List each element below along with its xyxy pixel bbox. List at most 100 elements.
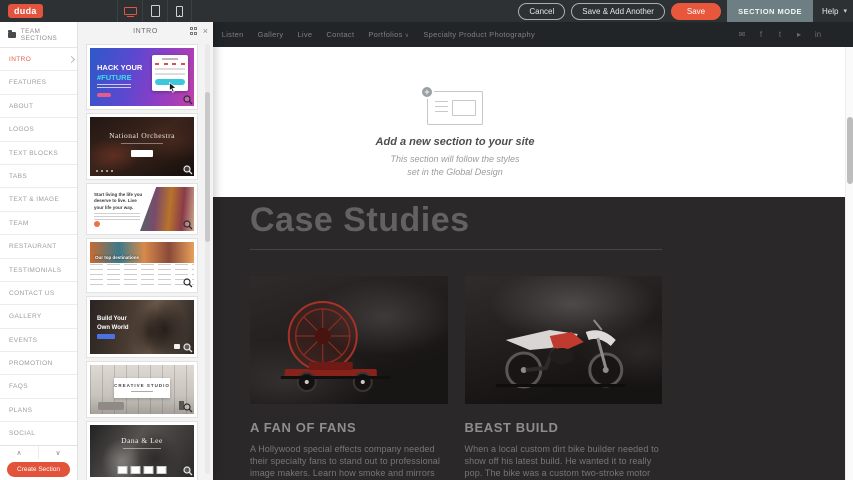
sidebar-item-logos[interactable]: LOGOS [0,118,77,141]
sidebar-item-restaurant[interactable]: RESTAURANT [0,235,77,258]
sidebar-item-contact-us[interactable]: CONTACT US [0,282,77,305]
plus-icon: + [420,85,434,99]
panel-scrollbar-thumb[interactable] [205,92,210,242]
facebook-icon[interactable]: f [756,30,766,39]
section-thumbnail-national-orchestra[interactable]: National Orchestra [86,113,198,180]
nav-item-contact[interactable]: Contact [326,30,354,39]
sidebar-item-text-image[interactable]: TEXT & IMAGE [0,188,77,211]
scroll-up-button[interactable]: ∧ [0,446,39,459]
duda-logo[interactable]: duda [8,4,43,18]
section-thumbnail-creative-studio[interactable]: CREATIVE STUDIO [86,361,198,418]
desktop-preview-button[interactable] [117,0,142,22]
nav-item-listen[interactable]: Listen [222,30,244,39]
thumb-photo: Our top destinations [90,242,194,263]
zoom-preview-icon[interactable] [183,165,193,175]
panel-card-list: HACK YOUR#FUTURE [78,40,213,480]
linkedin-icon[interactable]: in [813,30,823,39]
case-study-text: A Hollywood special effects company need… [250,444,448,480]
sidebar-item-events[interactable]: EVENTS [0,329,77,352]
zoom-preview-icon[interactable] [183,403,193,413]
sidebar-item-label: INTRO [9,56,31,63]
section-thumbnail-hack-your-future[interactable]: HACK YOUR#FUTURE [86,44,198,110]
nav-item-portfolios-label: Portfolios [368,30,402,39]
duda-editor: Bio Listen Gallery Live Contact Portfoli… [0,0,853,480]
mouse-cursor-icon [169,82,177,93]
thumb-center-card: CREATIVE STUDIO [114,378,170,398]
grid-view-icon[interactable] [190,27,198,35]
thumb-text-bars [97,84,131,90]
save-add-another-button[interactable]: Save & Add Another [571,3,665,20]
dirt-bike-illustration [465,276,663,404]
case-study-text: When a local custom dirt bike builder ne… [465,444,663,480]
cancel-button[interactable]: Cancel [518,3,565,20]
page-scrollbar[interactable] [845,47,853,480]
add-section-title: Add a new section to your site [340,136,570,148]
tablet-preview-button[interactable] [142,0,167,22]
sidebar-item-testimonials[interactable]: TESTIMONIALS [0,259,77,282]
page-scrollbar-thumb[interactable] [847,117,853,184]
section-thumbnail-build-your-own-world[interactable]: Build YourOwn World [86,296,198,358]
sidebar-pager: ∧ ∨ [0,445,77,459]
sidebar-item-intro[interactable]: INTRO [0,48,77,71]
sidebar-item-promotion[interactable]: PROMOTION [0,352,77,375]
nav-item-gallery[interactable]: Gallery [258,30,284,39]
chevron-down-icon[interactable]: ▾ [843,7,847,15]
sidebar-item-gallery[interactable]: GALLERY [0,305,77,328]
mobile-preview-button[interactable] [167,0,192,22]
sidebar-item-tabs[interactable]: TABS [0,165,77,188]
thumbnail-image: National Orchestra [90,117,194,176]
section-mode-badge: SECTION MODE [727,0,813,22]
chevron-right-icon [68,56,75,63]
email-icon[interactable]: ✉ [737,30,747,39]
placeholder-text-lines [435,101,448,115]
thumb-title: Dana & Lee [90,436,194,445]
zoom-preview-icon[interactable] [183,220,193,230]
thumbnail-image: Start living the life you deserve to liv… [90,187,194,231]
thumb-text-line: Own World [97,324,129,333]
scroll-down-button[interactable]: ∨ [39,446,77,459]
fan-machine-image [250,276,448,404]
topbar-actions: Cancel Save & Add Another Save SECTION M… [518,0,853,22]
intro-sections-panel: INTRO × HACK YOUR#FUTURE [78,22,213,480]
zoom-preview-icon[interactable] [183,343,193,353]
sidebar-item-features[interactable]: FEATURES [0,71,77,94]
folder-icon [8,32,16,38]
section-placeholder-icon: + [427,91,483,125]
youtube-icon[interactable]: ▸ [794,30,804,39]
thumb-button-shape [131,150,153,157]
sidebar-item-team[interactable]: TEAM [0,212,77,235]
zoom-preview-icon[interactable] [183,466,193,476]
close-icon[interactable]: × [203,27,208,36]
section-thumbnail-start-living[interactable]: Start living the life you deserve to liv… [86,183,198,235]
sidebar-item-text-blocks[interactable]: TEXT BLOCKS [0,142,77,165]
save-button[interactable]: Save [671,3,721,20]
thumb-text-bar [121,143,163,144]
sidebar-item-social[interactable]: SOCIAL [0,422,77,445]
sidebar-item-plans[interactable]: PLANS [0,399,77,422]
add-section-subtitle-line1: This section will follow the styles [340,153,570,166]
thumbnail-image: HACK YOUR#FUTURE [90,48,194,106]
thumb-heading: Start living the life you deserve to liv… [94,192,146,211]
thumb-button-shape [94,221,100,227]
thumb-title: National Orchestra [90,131,194,140]
nav-item-specialty[interactable]: Specialty Product Photography [423,30,535,39]
thumb-text-line: #FUTURE [97,73,142,83]
links-table [90,264,194,287]
sidebar-item-faqs[interactable]: FAQS [0,375,77,398]
create-section-button[interactable]: Create Section [7,462,70,477]
fan-machine-illustration [250,276,448,404]
nav-item-live[interactable]: Live [297,30,312,39]
thumbnail-image: Build YourOwn World [90,300,194,354]
section-thumbnail-dana-and-lee[interactable]: Dana & Lee [86,421,198,480]
nav-item-portfolios[interactable]: Portfolios∨ [368,30,409,39]
chat-icon [174,344,180,349]
twitter-icon[interactable]: t [775,30,785,39]
zoom-preview-icon[interactable] [183,278,193,288]
thumb-text-bars [94,213,140,221]
sidebar-item-about[interactable]: ABOUT [0,95,77,118]
thumb-button-shape [97,334,115,339]
section-thumbnail-top-destinations[interactable]: Our top destinations [86,238,198,293]
thumbnail-image: CREATIVE STUDIO [90,365,194,414]
help-menu[interactable]: Help [822,7,838,16]
zoom-preview-icon[interactable] [183,95,193,105]
